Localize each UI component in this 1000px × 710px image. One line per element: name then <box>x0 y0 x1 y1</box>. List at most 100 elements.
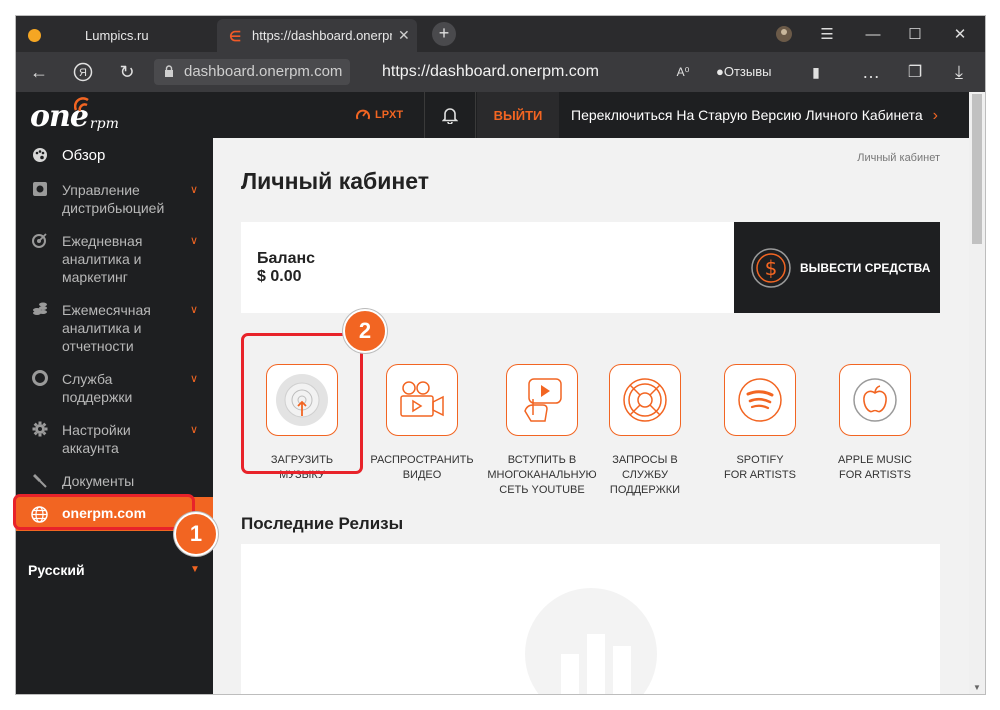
lpxt-label: LPXT <box>375 109 404 121</box>
coins-icon <box>33 302 47 315</box>
close-tab-icon[interactable]: ✕ <box>398 27 410 44</box>
balance-value: $ 0.00 <box>257 268 302 285</box>
close-window-icon[interactable]: ✕ <box>940 16 980 52</box>
tab-title: Lumpics.ru <box>85 28 149 43</box>
target-icon <box>32 233 47 248</box>
onerpm-favicon-icon: ∈ <box>229 27 242 44</box>
recent-releases-card <box>241 544 940 694</box>
scrollbar[interactable]: ▼ <box>969 92 985 694</box>
tab-onerpm[interactable]: ∈ https://dashboard.onerpm.com ✕ <box>217 19 417 52</box>
action-label: ВСТУПИТЬ В МНОГОКАНАЛЬНУЮ СЕТЬ YOUTUBE <box>487 454 597 496</box>
bell-icon <box>442 108 458 124</box>
sidebar-item-label: Ежемесячная аналитика и отчетности <box>62 302 151 354</box>
withdraw-label: ВЫВЕСТИ СРЕДСТВА <box>800 260 931 275</box>
lpxt-indicator[interactable]: LPXT <box>356 92 403 138</box>
dollar-icon: $ <box>751 247 791 288</box>
scroll-down-icon[interactable]: ▼ <box>972 683 982 692</box>
action-label: APPLE MUSIC FOR ARTISTS <box>838 454 912 481</box>
reviews-label: Отзывы <box>723 64 772 79</box>
apple-icon <box>853 378 897 422</box>
lumpics-favicon-icon <box>28 29 41 42</box>
distribute-video-tile[interactable] <box>386 364 458 436</box>
logo-suffix: rpm <box>89 116 119 132</box>
yandex-icon[interactable]: Я <box>66 52 100 92</box>
switch-old-version-link[interactable]: Переключиться На Старую Версию Личного К… <box>571 92 938 138</box>
action-label: SPOTIFY FOR ARTISTS <box>724 454 796 481</box>
address-host[interactable]: dashboard.onerpm.com <box>154 59 351 85</box>
sidebar-item-label: Управление дистрибьюцией <box>62 182 165 216</box>
action-label: РАСПРОСТРАНИТЬ ВИДЕО <box>370 454 474 481</box>
chevron-down-icon: ∨ <box>190 424 199 436</box>
tab-lumpics[interactable]: Lumpics.ru <box>16 19 216 52</box>
apple-music-tile[interactable] <box>839 364 911 436</box>
logout-button[interactable]: ВЫЙТИ <box>477 92 559 138</box>
recent-releases-heading: Последние Релизы <box>241 514 404 533</box>
distribution-icon <box>33 182 47 196</box>
video-camera-icon <box>400 381 444 417</box>
chevron-down-icon: ∨ <box>190 184 199 196</box>
tab-title: https://dashboard.onerpm.com <box>252 28 392 43</box>
notifications-button[interactable] <box>424 92 476 138</box>
onerpm-logo[interactable]: one rpm <box>30 97 119 132</box>
caret-down-icon: ▼ <box>190 564 200 575</box>
balance-card: Баланс $ 0.00 $ ВЫВЕСТИ СРЕДСТВА <box>241 222 940 313</box>
step-badge-2: 2 <box>343 309 387 353</box>
balance-label: Баланс <box>257 250 316 267</box>
gear-icon <box>32 421 48 437</box>
address-url[interactable]: https://dashboard.onerpm.com <box>382 52 599 92</box>
switch-label: Переключиться На Старую Версию Личного К… <box>571 107 923 123</box>
back-icon[interactable]: ← <box>22 52 56 92</box>
chevron-down-icon: ∨ <box>190 235 199 247</box>
breadcrumb[interactable]: Личный кабинет <box>857 152 940 164</box>
palette-icon <box>33 148 47 162</box>
address-host-text: dashboard.onerpm.com <box>184 63 343 80</box>
chevron-down-icon: ∨ <box>190 304 199 316</box>
page-title: Личный кабинет <box>241 168 429 194</box>
collections-icon[interactable]: ❐ <box>898 52 932 92</box>
download-icon[interactable]: ⤓ <box>942 52 976 92</box>
action-label: ЗАПРОСЫ В СЛУЖБУ ПОДДЕРЖКИ <box>609 454 681 496</box>
spotify-tile[interactable] <box>724 364 796 436</box>
maximize-icon[interactable]: ☐ <box>895 16 935 52</box>
sidebar-item-label: Документы <box>62 473 135 489</box>
lock-icon <box>165 65 173 77</box>
language-selector[interactable]: Русский <box>28 562 85 578</box>
address-bar: ← Я ↻ dashboard.onerpm.com https://dashb… <box>16 52 985 92</box>
browser-window: Lumpics.ru ∈ https://dashboard.onerpm.co… <box>16 16 985 694</box>
support-requests-tile[interactable] <box>609 364 681 436</box>
reviews-button[interactable]: ●Отзывы <box>716 52 771 92</box>
stamp-icon <box>33 474 47 488</box>
highlight-box-1 <box>13 494 195 530</box>
lifebuoy-icon <box>32 370 48 386</box>
tab-bar: Lumpics.ru ∈ https://dashboard.onerpm.co… <box>16 16 985 52</box>
sidebar-item-label: Служба поддержки <box>62 371 133 405</box>
empty-chart-icon <box>525 588 657 694</box>
menu-icon[interactable]: ☰ <box>807 16 847 52</box>
reload-icon[interactable]: ↻ <box>110 52 144 92</box>
translate-icon[interactable]: A⁰ <box>666 52 700 92</box>
gauge-icon <box>356 109 370 120</box>
sidebar-item-label: Ежедневная аналитика и маркетинг <box>62 233 143 285</box>
sidebar-item-label: Настройки аккаунта <box>62 422 131 456</box>
bookmark-icon[interactable]: ▮ <box>799 52 833 92</box>
minimize-icon[interactable]: — <box>853 16 893 52</box>
sidebar-item-label: Обзор <box>62 147 106 164</box>
svg-text:$: $ <box>765 256 778 280</box>
more-icon[interactable]: … <box>854 52 888 92</box>
chevron-right-icon: › <box>932 107 938 124</box>
step-badge-1: 1 <box>174 512 218 556</box>
spotify-icon <box>738 378 782 422</box>
profile-icon[interactable] <box>764 16 804 52</box>
svg-text:Я: Я <box>79 67 87 79</box>
youtube-hand-icon <box>524 378 562 422</box>
chat-icon: ● <box>716 64 724 79</box>
youtube-network-tile[interactable] <box>506 364 578 436</box>
withdraw-button[interactable]: $ ВЫВЕСТИ СРЕДСТВА <box>734 222 940 313</box>
sidebar: Обзор Управление дистрибьюцией ∨ Ежеднев… <box>16 138 213 694</box>
scrollbar-thumb[interactable] <box>972 94 982 244</box>
app-header: one rpm LPXT ВЫЙТИ Переключиться На Стар… <box>16 92 969 138</box>
chevron-down-icon: ∨ <box>190 373 199 385</box>
lifebuoy-icon <box>623 378 667 422</box>
new-tab-button[interactable]: + <box>432 22 456 46</box>
highlight-box-2 <box>241 333 363 474</box>
